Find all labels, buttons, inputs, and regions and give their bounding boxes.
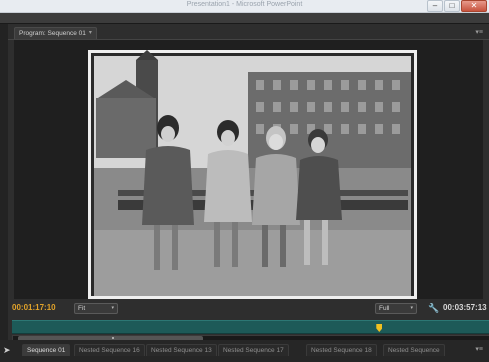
tab-nested-sequence[interactable]: Nested Sequence xyxy=(383,344,445,356)
chevron-down-icon[interactable]: ▾ xyxy=(89,28,92,39)
tab-nested-sequence-17[interactable]: Nested Sequence 17 xyxy=(218,344,289,356)
tab-nested-sequence-16[interactable]: Nested Sequence 16 xyxy=(74,344,145,356)
program-monitor-panel: Program: Sequence 01 ▾ ▾≡ 00:01:17:10 Fi… xyxy=(8,24,489,359)
close-button[interactable]: ✕ xyxy=(461,0,487,12)
panel-menu-icon[interactable]: ▾≡ xyxy=(475,28,483,36)
zoom-level-value: Fit xyxy=(78,305,86,312)
playback-resolution-value: Full xyxy=(379,305,390,312)
scroll-grip xyxy=(112,337,114,339)
minimize-button[interactable]: – xyxy=(427,0,443,12)
tab-nested-sequence-13[interactable]: Nested Sequence 13 xyxy=(146,344,217,356)
window-title-bar: Presentation1 - Microsoft PowerPoint – □… xyxy=(0,0,489,13)
tab-nested-sequence-18[interactable]: Nested Sequence 18 xyxy=(306,344,377,356)
zoom-level-select[interactable]: Fit ▾ xyxy=(74,303,118,314)
mini-timeline-track[interactable] xyxy=(12,320,489,334)
panel-menu-icon[interactable]: ▾≡ xyxy=(475,345,483,353)
duration-timecode: 00:03:57:13 xyxy=(443,303,487,312)
selection-tool-icon[interactable]: ➤ xyxy=(3,345,11,356)
current-timecode[interactable]: 00:01:17:10 xyxy=(12,303,56,312)
window-controls: – □ ✕ xyxy=(427,0,487,12)
photo-illustration xyxy=(91,50,414,296)
chevron-down-icon: ▾ xyxy=(410,305,413,311)
chevron-down-icon: ▾ xyxy=(111,305,114,311)
tab-label: Program: Sequence 01 xyxy=(19,30,86,37)
video-frame-image xyxy=(88,50,417,299)
wrench-icon[interactable]: 🔧 xyxy=(428,303,439,314)
tab-sequence-01[interactable]: Sequence 01 xyxy=(22,344,71,356)
maximize-button[interactable]: □ xyxy=(444,0,460,12)
tab-program-monitor[interactable]: Program: Sequence 01 ▾ xyxy=(14,27,97,39)
playback-resolution-select[interactable]: Full ▾ xyxy=(375,303,417,314)
toolbar-strip xyxy=(0,13,489,24)
window-title: Presentation1 - Microsoft PowerPoint xyxy=(186,1,303,8)
